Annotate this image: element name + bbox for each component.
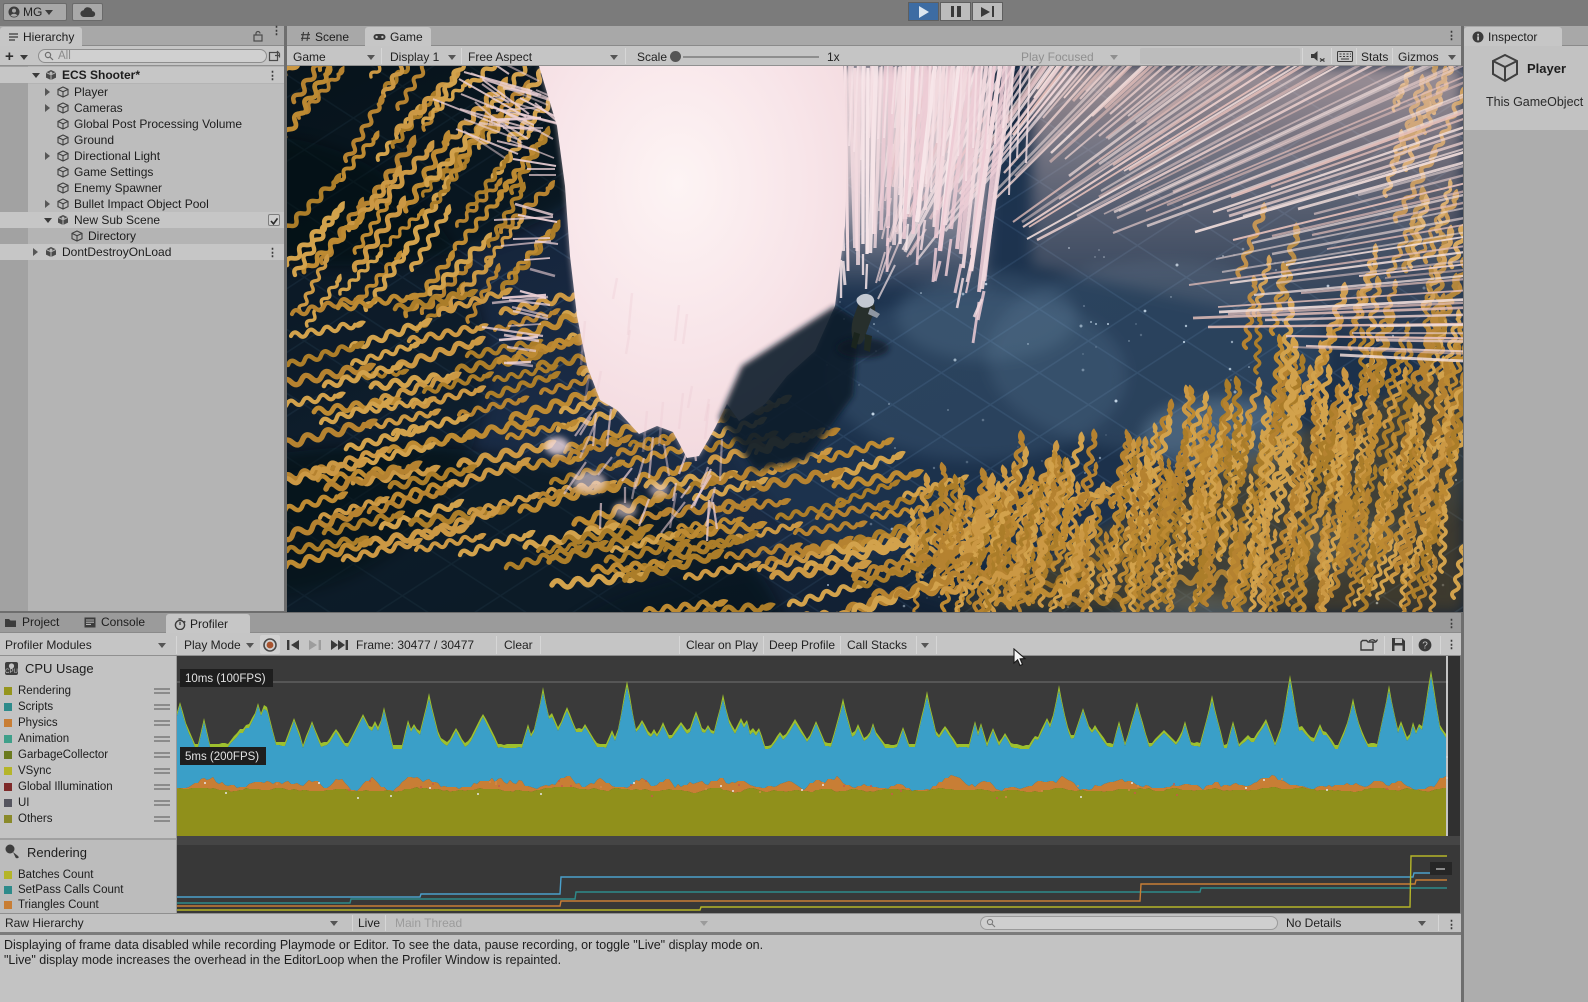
svg-text:10ms (100FPS): 10ms (100FPS) bbox=[185, 673, 266, 685]
svg-text:?: ? bbox=[1422, 641, 1428, 652]
svg-text:CPU: CPU bbox=[5, 669, 18, 675]
svg-text:5ms (200FPS): 5ms (200FPS) bbox=[185, 751, 259, 763]
